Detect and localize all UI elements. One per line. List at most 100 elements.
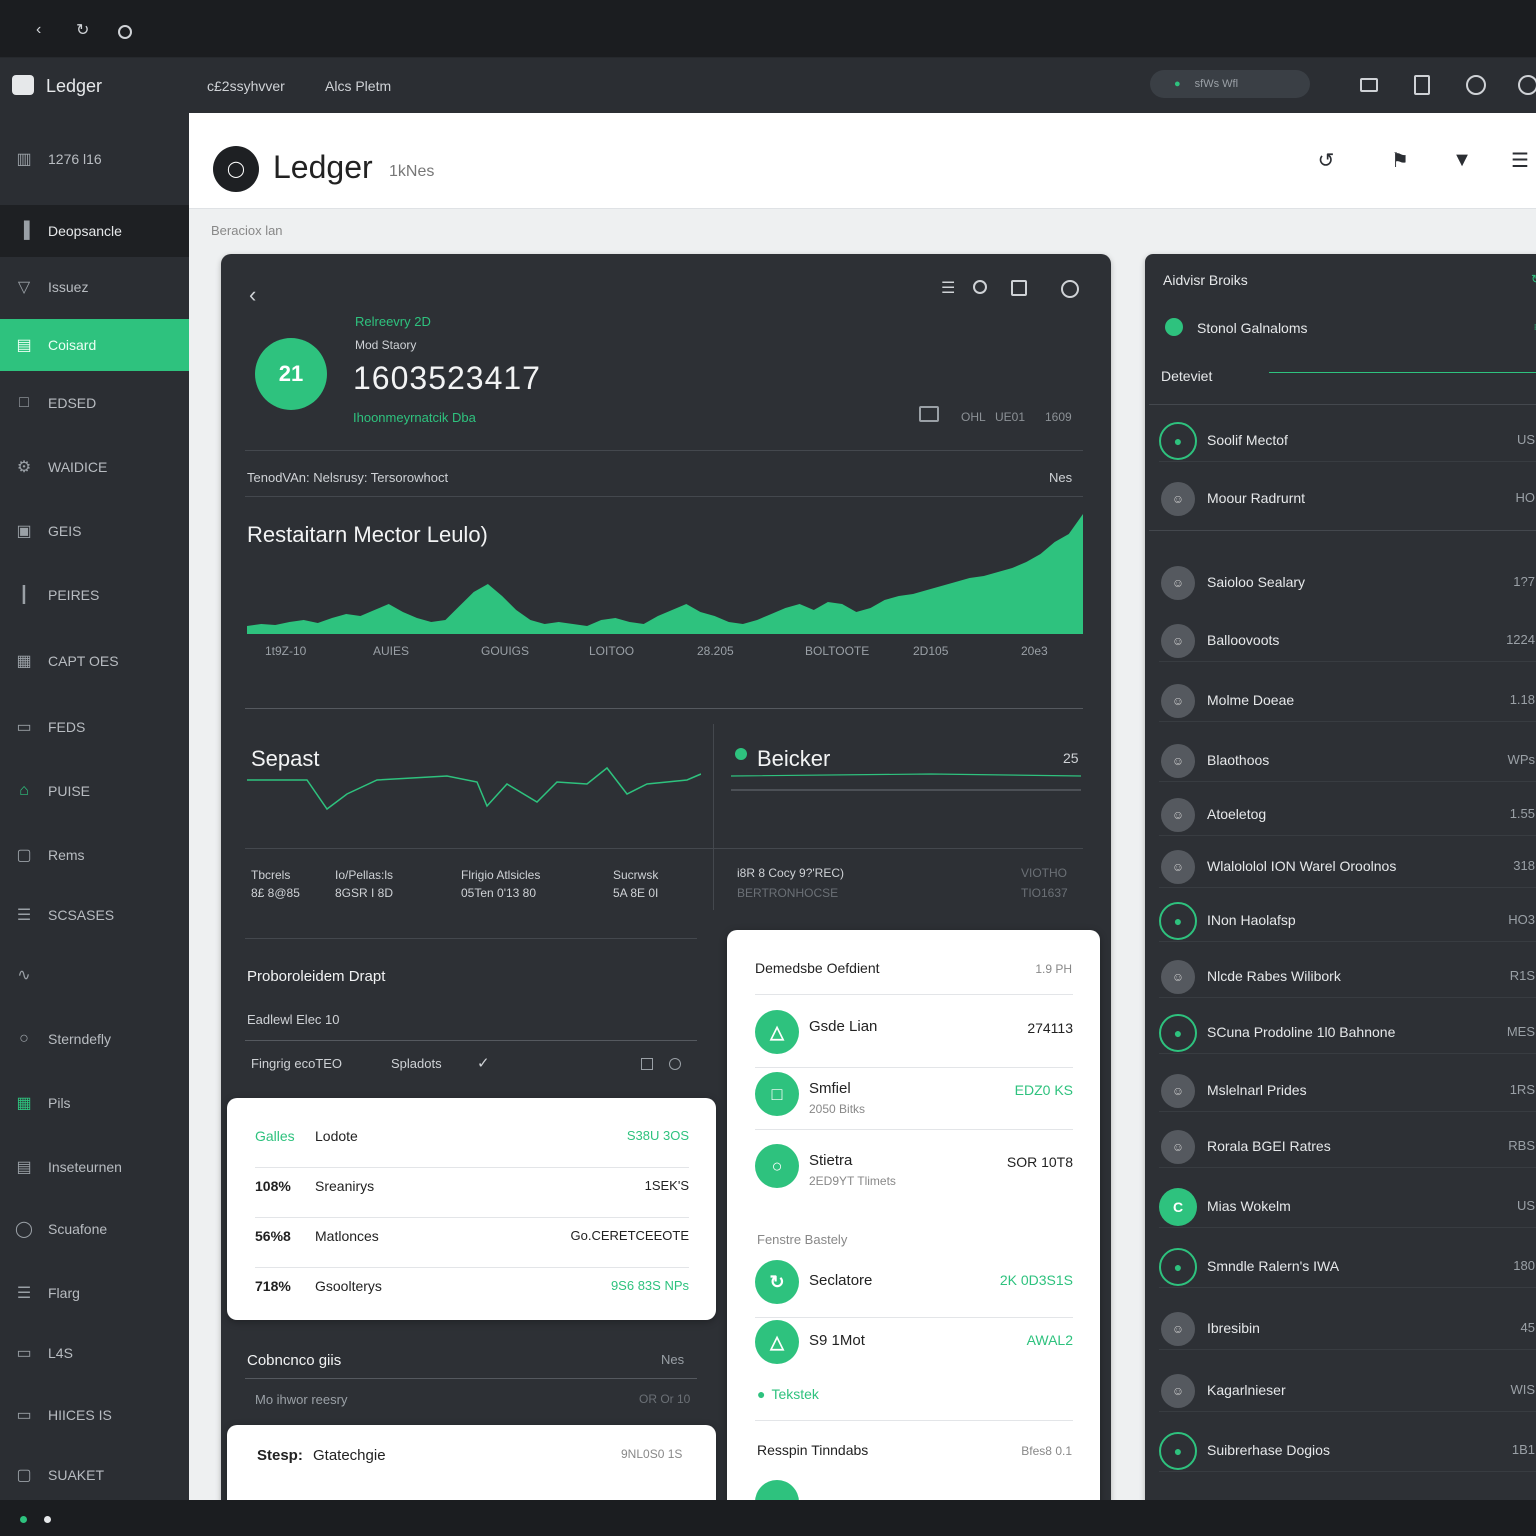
sidebar-item[interactable]: □ EDSED [0,377,189,429]
check-icon[interactable]: ✓ [477,1054,490,1072]
advisor-list-item[interactable]: ☺ Saioloo Sealary 1?7 [1159,564,1536,604]
detail-row[interactable]: ↻ Seclatore 2K 0D3S1S [755,1260,1073,1318]
panel-sub: Stonol Galnaloms [1197,320,1308,336]
detail-row[interactable]: △ S9 1Mot AWAL2 [755,1320,1073,1378]
file-icon: ▭ [16,719,32,736]
sidebar-item-label: Pils [48,1095,71,1111]
detail-row[interactable]: △ Gsde Lian 274113 [755,1010,1073,1068]
route-icon: ∿ [17,967,31,984]
sidebar-item[interactable]: ▭ HIICES IS [0,1389,189,1441]
sidebar-item[interactable]: ▐ Deopsancle [0,205,189,257]
settings-icon[interactable] [1466,75,1486,95]
grid-icon[interactable] [641,1058,653,1070]
back-icon[interactable]: ‹ [36,22,52,38]
filter-icon: ▽ [17,279,31,296]
sidebar-item-label: Issuez [48,279,89,295]
filter-1[interactable]: Fingrig ecoTEO [251,1056,342,1071]
status-dot-green [20,1516,27,1523]
filter-2[interactable]: Spladots [391,1056,442,1071]
table-row[interactable]: 108% Sreanirys 1SEK'S [255,1170,689,1218]
sidebar-item[interactable]: ┃ PEIRES [0,569,189,621]
sidebar-item[interactable]: ☰ SCSASES [0,889,189,941]
breadcrumb[interactable]: Beraciox lan [211,223,283,238]
search-pill[interactable]: ● sfWs Wfl [1150,70,1310,98]
advisor-list-item[interactable]: ● Suibrerhase Dogios 1B1 [1159,1432,1536,1472]
advisor-list-item[interactable]: ☺ Blaothoos WPs [1159,742,1536,782]
circle-icon[interactable] [118,25,132,39]
sidebar-item[interactable]: ▦ CAPT OES [0,635,189,687]
flag-icon[interactable]: ⚑ [1389,149,1411,172]
menu-item-2[interactable]: Alcs Pletm [325,78,391,94]
sidebar-item[interactable]: ∿ [0,949,189,1001]
sidebar-item[interactable]: ◯ Scuafone [0,1203,189,1255]
advisor-list-item[interactable]: ☺ Mslelnarl Prides 1RS [1159,1072,1536,1112]
mail-icon[interactable] [1360,78,1378,92]
options-icon[interactable] [669,1058,681,1070]
detail-row[interactable]: □ Smfiel 2050 Bitks EDZ0 KS [755,1072,1073,1130]
sidebar-item[interactable]: ⚙ WAIDICE [0,441,189,493]
beicker-sparkline [731,773,1081,791]
advisor-list-item[interactable]: ● SCuna Prodoline 1l0 Bahnone MES [1159,1014,1536,1054]
detail-value: AWAL2 [1026,1332,1073,1348]
advisor-list-item[interactable]: ☺ Nlcde Rabes Wilibork R1S [1159,958,1536,998]
advisor-list-item[interactable]: ☺ Molme Doeae 1.18 [1159,682,1536,722]
table-row[interactable]: Galles Lodote S38U 3OS [255,1120,689,1168]
advisor-name: Nlcde Rabes Wilibork [1207,968,1341,984]
sidebar-item[interactable]: ▽ Issuez [0,261,189,313]
beicker-stat-1: i8R 8 Cocy 9?'REC) [737,866,844,880]
detail-row[interactable]: ○ Stietra 2ED9YT Tlimets SOR 10T8 [755,1144,1073,1202]
sidebar-item[interactable]: ▭ L4S [0,1327,189,1379]
sidebar-item[interactable]: ▢ Rems [0,829,189,881]
sidebar-item[interactable]: ▤ Inseteurnen [0,1141,189,1193]
advisor-list-item[interactable]: ● Smndle Ralern's IWA 180 [1159,1248,1536,1288]
sidebar-item-label: Sterndefly [48,1031,112,1047]
sidebar-item[interactable]: ▤ Coisard [0,319,189,371]
refresh-icon[interactable]: ↻ [76,20,92,39]
sidebar-item[interactable]: ▣ GEIS [0,505,189,557]
tekstek-link[interactable]: ● Tekstek [757,1386,819,1402]
detail-value: SOR 10T8 [1006,1154,1073,1170]
list-icon[interactable]: ☰ [941,278,955,298]
row-col-a: 56%8 [255,1228,291,1244]
table-row[interactable]: 718% Gsoolterys 9S6 83S NPs [255,1270,689,1318]
advisor-list-item[interactable]: ☺ Wlalololol ION Warel Oroolnos 318 [1159,848,1536,888]
advisor-list-item[interactable]: ☺ Balloovoots 1224 [1159,622,1536,662]
advisor-name: Molme Doeae [1207,692,1295,708]
sidebar-item[interactable]: ○ Sterndefly [0,1013,189,1065]
section-line [1269,372,1536,373]
advisor-list-item[interactable]: ● INon Haolafsp HO3 [1159,902,1536,942]
advisor-list-item[interactable]: C Mias Wokelm US [1159,1188,1536,1228]
triangle-icon: △ [755,1010,799,1054]
advisor-list-item[interactable]: ☺ Kagarlnieser WIS [1159,1372,1536,1412]
search-icon[interactable] [973,280,987,294]
product-table-card: Galles Lodote S38U 3OS 108% Sreanirys 1SEK'S 5… [227,1098,716,1320]
box-icon[interactable] [1011,280,1027,296]
row-col-b: Lodote [315,1128,358,1144]
menu-item-1[interactable]: c£2ssyhvver [207,78,285,94]
refresh-icon[interactable]: ↻ [1531,272,1536,286]
globe-icon[interactable] [1061,280,1079,298]
menu-icon[interactable]: ☰ [1509,149,1531,172]
sidebar-item[interactable]: ▭ FEDS [0,701,189,753]
filter-icon[interactable]: ▼ [1451,149,1473,171]
panel-title: Aidvisr Broiks [1163,272,1248,288]
history-icon[interactable]: ↺ [1315,149,1337,172]
avatar: ☺ [1161,482,1195,516]
document-icon[interactable] [1414,75,1430,95]
sidebar-item[interactable]: ▢ SUAKET [0,1449,189,1501]
advisor-list-item[interactable]: ☺ Rorala BGEI Ratres RBS [1159,1128,1536,1168]
sidebar-item[interactable]: ⌂ PUISE [0,765,189,817]
advisor-list-item[interactable]: ● Soolif Mectof US [1159,422,1536,462]
user-icon[interactable] [1518,75,1536,95]
back-chevron-icon[interactable]: ‹ [249,282,256,308]
advisor-name: Kagarlnieser [1207,1382,1286,1398]
table-row[interactable]: 56%8 Matlonces Go.CERETCEEOTE [255,1220,689,1268]
advisor-list-item[interactable]: ☺ Moour Radrurnt HO [1159,480,1536,520]
sidebar-item[interactable]: ☰ Flarg [0,1267,189,1319]
advisor-list-item[interactable]: ☺ Ibresibin 45 [1159,1310,1536,1350]
sidebar-item[interactable]: ▦ Pils [0,1077,189,1129]
x-tick-label: 1t9Z-10 [265,644,307,658]
row-col-a: 108% [255,1178,291,1194]
advisor-list-item[interactable]: ☺ Atoeletog 1.55 [1159,796,1536,836]
sidebar-item[interactable]: ▥ 1276 l16 [0,133,189,185]
